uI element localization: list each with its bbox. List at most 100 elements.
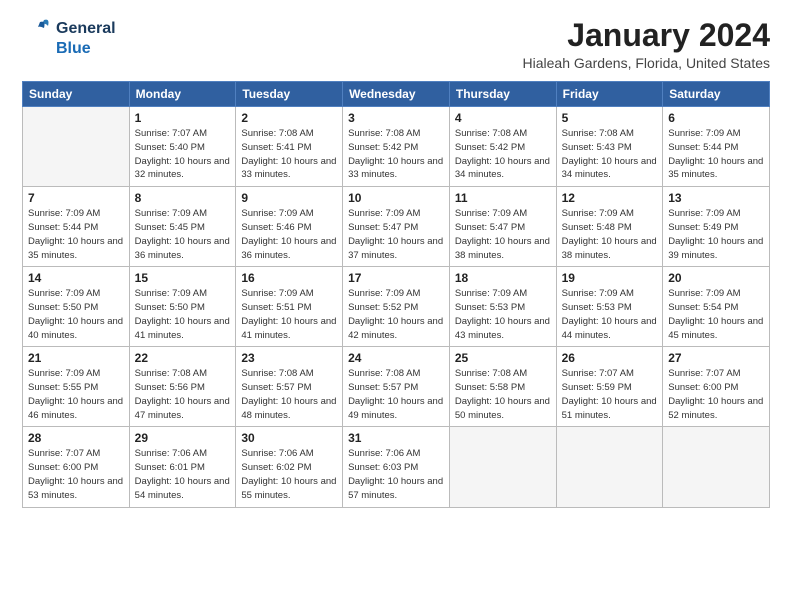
page-title: January 2024 (523, 18, 770, 53)
sunset-text: Sunset: 5:52 PM (348, 302, 418, 313)
sunset-text: Sunset: 5:56 PM (135, 382, 205, 393)
sunset-text: Sunset: 5:50 PM (28, 302, 98, 313)
sunrise-text: Sunrise: 7:07 AM (28, 448, 100, 459)
sunset-text: Sunset: 5:57 PM (348, 382, 418, 393)
sunset-text: Sunset: 5:42 PM (348, 142, 418, 153)
logo-bird-icon (22, 18, 52, 54)
daylight-text: Daylight: 10 hours and 41 minutes. (241, 316, 336, 341)
table-row: 7 Sunrise: 7:09 AM Sunset: 5:44 PM Dayli… (23, 187, 130, 267)
logo: General Blue (22, 18, 116, 59)
sunset-text: Sunset: 5:53 PM (562, 302, 632, 313)
logo-general: General (56, 19, 116, 38)
day-number: 4 (455, 111, 551, 125)
col-wednesday: Wednesday (343, 82, 450, 107)
sunset-text: Sunset: 5:46 PM (241, 222, 311, 233)
day-number: 10 (348, 191, 444, 205)
table-row: 25 Sunrise: 7:08 AM Sunset: 5:58 PM Dayl… (449, 347, 556, 427)
sunrise-text: Sunrise: 7:09 AM (668, 288, 740, 299)
title-block: January 2024 Hialeah Gardens, Florida, U… (523, 18, 770, 71)
day-detail: Sunrise: 7:09 AM Sunset: 5:50 PM Dayligh… (28, 287, 124, 342)
calendar-table: Sunday Monday Tuesday Wednesday Thursday… (22, 81, 770, 507)
table-row (23, 107, 130, 187)
day-detail: Sunrise: 7:08 AM Sunset: 5:56 PM Dayligh… (135, 367, 231, 422)
day-number: 20 (668, 271, 764, 285)
day-number: 27 (668, 351, 764, 365)
table-row: 16 Sunrise: 7:09 AM Sunset: 5:51 PM Dayl… (236, 267, 343, 347)
col-thursday: Thursday (449, 82, 556, 107)
sunset-text: Sunset: 5:49 PM (668, 222, 738, 233)
sunrise-text: Sunrise: 7:09 AM (28, 208, 100, 219)
sunset-text: Sunset: 6:00 PM (28, 462, 98, 473)
calendar-header-row: Sunday Monday Tuesday Wednesday Thursday… (23, 82, 770, 107)
table-row: 28 Sunrise: 7:07 AM Sunset: 6:00 PM Dayl… (23, 427, 130, 507)
day-detail: Sunrise: 7:08 AM Sunset: 5:42 PM Dayligh… (455, 127, 551, 182)
table-row: 2 Sunrise: 7:08 AM Sunset: 5:41 PM Dayli… (236, 107, 343, 187)
col-monday: Monday (129, 82, 236, 107)
day-number: 6 (668, 111, 764, 125)
day-number: 30 (241, 431, 337, 445)
sunset-text: Sunset: 5:51 PM (241, 302, 311, 313)
day-number: 3 (348, 111, 444, 125)
sunset-text: Sunset: 5:50 PM (135, 302, 205, 313)
sunset-text: Sunset: 5:57 PM (241, 382, 311, 393)
day-number: 7 (28, 191, 124, 205)
day-number: 12 (562, 191, 658, 205)
day-number: 15 (135, 271, 231, 285)
day-detail: Sunrise: 7:09 AM Sunset: 5:45 PM Dayligh… (135, 207, 231, 262)
table-row: 10 Sunrise: 7:09 AM Sunset: 5:47 PM Dayl… (343, 187, 450, 267)
table-row: 15 Sunrise: 7:09 AM Sunset: 5:50 PM Dayl… (129, 267, 236, 347)
daylight-text: Daylight: 10 hours and 42 minutes. (348, 316, 443, 341)
calendar-week-row: 14 Sunrise: 7:09 AM Sunset: 5:50 PM Dayl… (23, 267, 770, 347)
sunset-text: Sunset: 5:40 PM (135, 142, 205, 153)
sunset-text: Sunset: 5:44 PM (28, 222, 98, 233)
table-row (449, 427, 556, 507)
table-row: 4 Sunrise: 7:08 AM Sunset: 5:42 PM Dayli… (449, 107, 556, 187)
day-detail: Sunrise: 7:09 AM Sunset: 5:47 PM Dayligh… (455, 207, 551, 262)
sunset-text: Sunset: 5:55 PM (28, 382, 98, 393)
day-number: 1 (135, 111, 231, 125)
daylight-text: Daylight: 10 hours and 35 minutes. (668, 156, 763, 181)
table-row: 31 Sunrise: 7:06 AM Sunset: 6:03 PM Dayl… (343, 427, 450, 507)
sunset-text: Sunset: 6:02 PM (241, 462, 311, 473)
day-number: 11 (455, 191, 551, 205)
table-row: 3 Sunrise: 7:08 AM Sunset: 5:42 PM Dayli… (343, 107, 450, 187)
day-number: 22 (135, 351, 231, 365)
day-number: 9 (241, 191, 337, 205)
sunrise-text: Sunrise: 7:09 AM (28, 288, 100, 299)
day-detail: Sunrise: 7:09 AM Sunset: 5:46 PM Dayligh… (241, 207, 337, 262)
day-number: 16 (241, 271, 337, 285)
daylight-text: Daylight: 10 hours and 34 minutes. (455, 156, 550, 181)
table-row: 12 Sunrise: 7:09 AM Sunset: 5:48 PM Dayl… (556, 187, 663, 267)
logo: General Blue (22, 18, 116, 59)
day-number: 5 (562, 111, 658, 125)
day-detail: Sunrise: 7:06 AM Sunset: 6:01 PM Dayligh… (135, 447, 231, 502)
day-number: 21 (28, 351, 124, 365)
day-number: 18 (455, 271, 551, 285)
sunrise-text: Sunrise: 7:09 AM (455, 288, 527, 299)
day-number: 29 (135, 431, 231, 445)
table-row: 11 Sunrise: 7:09 AM Sunset: 5:47 PM Dayl… (449, 187, 556, 267)
table-row: 13 Sunrise: 7:09 AM Sunset: 5:49 PM Dayl… (663, 187, 770, 267)
day-number: 14 (28, 271, 124, 285)
sunrise-text: Sunrise: 7:08 AM (348, 128, 420, 139)
table-row: 20 Sunrise: 7:09 AM Sunset: 5:54 PM Dayl… (663, 267, 770, 347)
day-detail: Sunrise: 7:07 AM Sunset: 5:40 PM Dayligh… (135, 127, 231, 182)
sunset-text: Sunset: 5:58 PM (455, 382, 525, 393)
day-number: 8 (135, 191, 231, 205)
col-sunday: Sunday (23, 82, 130, 107)
day-detail: Sunrise: 7:08 AM Sunset: 5:43 PM Dayligh… (562, 127, 658, 182)
table-row: 14 Sunrise: 7:09 AM Sunset: 5:50 PM Dayl… (23, 267, 130, 347)
daylight-text: Daylight: 10 hours and 53 minutes. (28, 476, 123, 501)
sunset-text: Sunset: 6:00 PM (668, 382, 738, 393)
daylight-text: Daylight: 10 hours and 55 minutes. (241, 476, 336, 501)
day-number: 24 (348, 351, 444, 365)
sunset-text: Sunset: 5:48 PM (562, 222, 632, 233)
sunrise-text: Sunrise: 7:09 AM (135, 288, 207, 299)
col-tuesday: Tuesday (236, 82, 343, 107)
day-detail: Sunrise: 7:09 AM Sunset: 5:51 PM Dayligh… (241, 287, 337, 342)
day-number: 31 (348, 431, 444, 445)
table-row: 17 Sunrise: 7:09 AM Sunset: 5:52 PM Dayl… (343, 267, 450, 347)
daylight-text: Daylight: 10 hours and 49 minutes. (348, 396, 443, 421)
sunrise-text: Sunrise: 7:06 AM (135, 448, 207, 459)
daylight-text: Daylight: 10 hours and 40 minutes. (28, 316, 123, 341)
